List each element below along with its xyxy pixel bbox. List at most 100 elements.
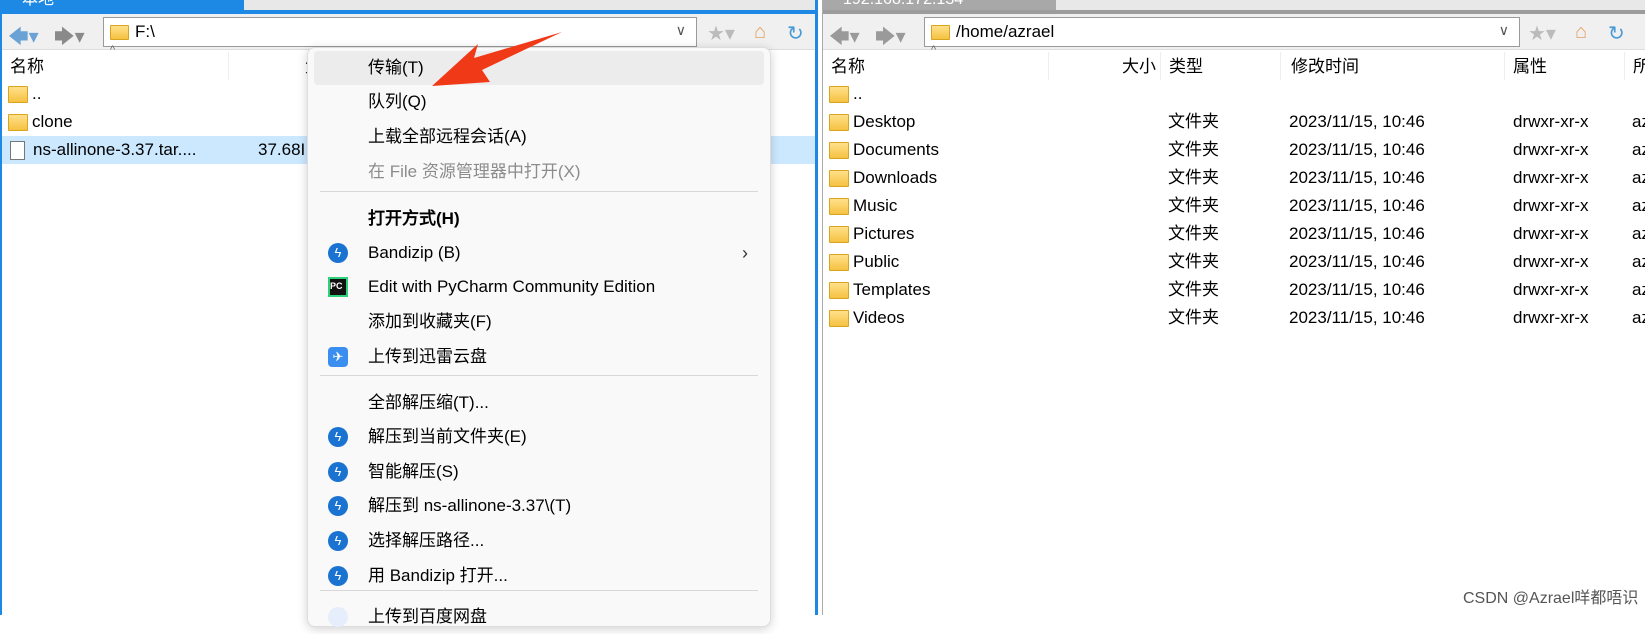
menu-item-label: 用 Bandizip 打开...: [368, 566, 508, 585]
menu-item[interactable]: PC Edit with PyCharm Community Edition: [314, 270, 764, 304]
file-name: Music: [853, 196, 898, 215]
menu-item[interactable]: ϟ 解压到当前文件夹(E): [314, 420, 764, 454]
folder-icon: [829, 310, 849, 328]
folder-icon: [829, 254, 849, 272]
back-icon[interactable]: 🡄▾: [8, 22, 39, 56]
tab-label: 192.168.172.134: [843, 0, 963, 8]
menu-item-label: Edit with PyCharm Community Edition: [368, 277, 656, 296]
file-row[interactable]: Public 文件夹 2023/11/15, 10:46 drwxr-xr-x …: [823, 248, 1645, 276]
menu-item[interactable]: 打开方式(H): [314, 202, 764, 236]
file-row[interactable]: Documents 文件夹 2023/11/15, 10:46 drwxr-xr…: [823, 136, 1645, 164]
file-name: ns-allinone-3.37.tar....: [33, 140, 197, 159]
file-row[interactable]: Downloads 文件夹 2023/11/15, 10:46 drwxr-xr…: [823, 164, 1645, 192]
folder-icon: [110, 24, 129, 40]
chevron-down-icon[interactable]: ∨: [1499, 22, 1509, 39]
bookmark-star-icon[interactable]: ★▾: [1528, 21, 1556, 46]
file-row[interactable]: Templates 文件夹 2023/11/15, 10:46 drwxr-xr…: [823, 276, 1645, 304]
col-type[interactable]: 类型: [1161, 52, 1281, 80]
tab-remote[interactable]: 192.168.172.134: [823, 0, 1056, 10]
menu-item[interactable]: ϟ Bandizip (B) ›: [314, 236, 764, 270]
file-modified: 2023/11/15, 10:46: [1289, 112, 1425, 131]
refresh-icon[interactable]: ↻: [787, 21, 804, 46]
folder-icon: [8, 114, 28, 132]
annotation-arrow: [432, 32, 562, 86]
file-row[interactable]: Videos 文件夹 2023/11/15, 10:46 drwxr-xr-x …: [823, 304, 1645, 332]
file-attr: drwxr-xr-x: [1513, 280, 1589, 299]
menu-item[interactable]: ϟ 解压到 ns-allinone-3.37\(T): [314, 489, 764, 523]
file-row[interactable]: Pictures 文件夹 2023/11/15, 10:46 drwxr-xr-…: [823, 220, 1645, 248]
file-row[interactable]: ..: [823, 80, 1645, 108]
menu-item-label: 上传到百度网盘: [368, 607, 487, 626]
file-type: 文件夹: [1168, 308, 1219, 327]
menu-separator: [320, 191, 758, 192]
file-owner: az: [1632, 196, 1645, 215]
menu-item-label: 上载全部远程会话(A): [368, 127, 527, 146]
folder-icon: [8, 86, 28, 104]
file-name: ..: [32, 84, 42, 103]
home-folder-icon[interactable]: ⌂: [754, 21, 766, 44]
file-modified: 2023/11/15, 10:46: [1289, 224, 1425, 243]
watermark: CSDN @Azrael咩都唔识: [1463, 590, 1639, 607]
bandizip-icon: ϟ: [328, 462, 348, 482]
menu-item[interactable]: ϟ 智能解压(S): [314, 455, 764, 489]
bookmark-star-icon[interactable]: ★▾: [707, 21, 735, 46]
file-type: 文件夹: [1168, 196, 1219, 215]
tab-local[interactable]: 本地: [2, 0, 244, 10]
menu-item-label: 选择解压路径...: [368, 531, 485, 550]
col-size[interactable]: 大小: [1049, 52, 1161, 80]
refresh-icon[interactable]: ↻: [1608, 21, 1625, 46]
tab-bar: 192.168.172.134: [823, 0, 1645, 14]
menu-item-label: Bandizip (B): [368, 243, 461, 262]
menu-item-label: 传输(T): [368, 58, 424, 77]
toolbar: 🡄▾ 🡆▾ /home/azrael ∨ ★▾ ⌂ ↻: [823, 14, 1645, 50]
col-name[interactable]: 名称: [823, 52, 1049, 80]
path-input[interactable]: /home/azrael ∨: [924, 17, 1520, 47]
path-input[interactable]: F:\ ∨: [103, 17, 697, 47]
file-attr: drwxr-xr-x: [1513, 112, 1589, 131]
col-modified[interactable]: 修改时间: [1281, 52, 1505, 80]
menu-item-label: 队列(Q): [368, 92, 427, 111]
file-owner: az: [1632, 252, 1645, 271]
menu-item[interactable]: 在 File 资源管理器中打开(X): [314, 155, 764, 189]
menu-item-label: 上传到迅雷云盘: [368, 347, 487, 366]
col-owner[interactable]: 所: [1625, 52, 1645, 80]
menu-item[interactable]: ϟ 选择解压路径...: [314, 524, 764, 558]
menu-item[interactable]: ✈ 上传到迅雷云盘: [314, 340, 764, 374]
forward-icon[interactable]: 🡆▾: [54, 22, 85, 56]
back-icon[interactable]: 🡄▾: [829, 22, 860, 56]
menu-item-label: 在 File 资源管理器中打开(X): [368, 162, 581, 181]
file-type: 文件夹: [1168, 224, 1219, 243]
file-attr: drwxr-xr-x: [1513, 252, 1589, 271]
file-row[interactable]: Music 文件夹 2023/11/15, 10:46 drwxr-xr-x a…: [823, 192, 1645, 220]
file-modified: 2023/11/15, 10:46: [1289, 308, 1425, 327]
file-owner: az: [1632, 112, 1645, 131]
file-modified: 2023/11/15, 10:46: [1289, 196, 1425, 215]
menu-item[interactable]: ϟ 用 Bandizip 打开...: [314, 559, 764, 593]
file-size: 37.68I: [258, 140, 306, 159]
menu-item[interactable]: 上传到百度网盘: [314, 600, 764, 634]
file-owner: az: [1632, 308, 1645, 327]
file-owner: az: [1632, 224, 1645, 243]
folder-icon: [829, 114, 849, 132]
menu-item[interactable]: 上载全部远程会话(A): [314, 120, 764, 154]
bandizip-icon: ϟ: [328, 243, 348, 263]
tab-bar: 本地: [2, 0, 815, 14]
folder-icon: [829, 282, 849, 300]
file-type: 文件夹: [1168, 168, 1219, 187]
file-row[interactable]: Desktop 文件夹 2023/11/15, 10:46 drwxr-xr-x…: [823, 108, 1645, 136]
col-attr[interactable]: 属性: [1505, 52, 1625, 80]
file-name: Videos: [853, 308, 905, 327]
file-attr: drwxr-xr-x: [1513, 308, 1589, 327]
col-name[interactable]: 名称: [2, 52, 229, 80]
chevron-down-icon[interactable]: ∨: [676, 22, 686, 39]
home-folder-icon[interactable]: ⌂: [1575, 21, 1587, 44]
menu-item[interactable]: 队列(Q): [314, 85, 764, 119]
file-type: 文件夹: [1168, 280, 1219, 299]
forward-icon[interactable]: 🡆▾: [875, 22, 906, 56]
column-header: 名称 大小 类型 修改时间 属性 所: [823, 52, 1645, 80]
menu-item-label: 解压到 ns-allinone-3.37\(T): [368, 496, 572, 515]
menu-item-label: 解压到当前文件夹(E): [368, 427, 527, 446]
menu-item[interactable]: 全部解压缩(T)...: [314, 386, 764, 420]
file-name: Downloads: [853, 168, 938, 187]
menu-item[interactable]: 添加到收藏夹(F): [314, 305, 764, 339]
